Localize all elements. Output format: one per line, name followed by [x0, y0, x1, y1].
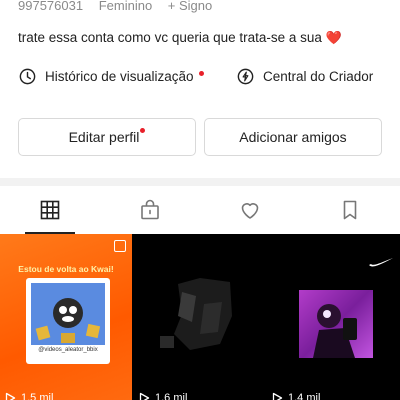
lightning-icon	[237, 68, 254, 84]
history-link[interactable]: Histórico de visualização	[18, 64, 204, 88]
clock-icon	[19, 68, 36, 84]
heart-emoji: ❤️	[325, 30, 342, 45]
bookmark-icon	[343, 200, 357, 220]
profile-gender: Feminino	[98, 0, 153, 13]
view-count: 1,5 mil	[4, 392, 53, 400]
play-icon	[139, 392, 150, 400]
creator-label: Central do Criador	[263, 68, 374, 84]
tab-saved[interactable]	[300, 186, 400, 234]
notification-dot	[198, 70, 204, 76]
profile-bio: trate essa conta como vc queria que trat…	[18, 30, 342, 46]
video-username: @videos_aleator_bbix	[38, 347, 98, 353]
add-sign-link[interactable]: + Signo	[168, 0, 212, 13]
creator-center-link[interactable]: Central do Criador	[236, 64, 373, 88]
cartoon-image	[31, 283, 105, 345]
heart-icon	[241, 203, 259, 219]
tab-posts[interactable]	[0, 186, 100, 234]
notification-dot	[140, 127, 146, 133]
dark-figure-image	[160, 278, 232, 350]
video-grid: Estou de volta ao Kwai! @videos_aleator_…	[0, 234, 400, 400]
view-count-label: 1,5 mil	[21, 392, 54, 400]
bio-text: trate essa conta como vc queria que trat…	[18, 30, 322, 45]
profile-tabs	[0, 186, 400, 234]
profile-links: Histórico de visualização Central do Cri…	[18, 64, 388, 88]
section-divider	[0, 178, 400, 186]
history-label: Histórico de visualização	[45, 68, 194, 84]
profile-meta: 997576031 Feminino + Signo	[18, 0, 224, 13]
edit-profile-label: Editar perfil	[68, 129, 140, 145]
grid-icon	[40, 200, 60, 220]
add-friends-button[interactable]: Adicionar amigos	[204, 118, 382, 156]
play-icon	[272, 392, 283, 400]
video-title: Estou de volta ao Kwai!	[18, 264, 114, 274]
lock-bag-icon	[141, 199, 159, 220]
video-thumbnail[interactable]: 1,6 mil	[134, 234, 265, 400]
profile-id: 997576031	[18, 0, 84, 13]
view-count-label: 1,6 mil	[155, 392, 188, 400]
photo-card: @videos_aleator_bbix	[26, 278, 110, 364]
edit-profile-button[interactable]: Editar perfil	[18, 118, 196, 156]
play-icon	[5, 392, 16, 400]
tab-private[interactable]	[100, 186, 200, 234]
view-count-label: 1,4 mil	[288, 392, 321, 400]
swoosh-logo	[369, 258, 393, 267]
video-thumbnail[interactable]: 1,4 mil	[267, 234, 400, 400]
video-thumbnail[interactable]: Estou de volta ao Kwai! @videos_aleator_…	[0, 234, 132, 400]
view-count: 1,4 mil	[271, 392, 320, 400]
view-count: 1,6 mil	[138, 392, 187, 400]
selfie-photo	[299, 290, 373, 358]
tab-likes[interactable]	[200, 186, 300, 234]
add-friends-label: Adicionar amigos	[239, 129, 347, 145]
image-icon	[114, 240, 126, 252]
